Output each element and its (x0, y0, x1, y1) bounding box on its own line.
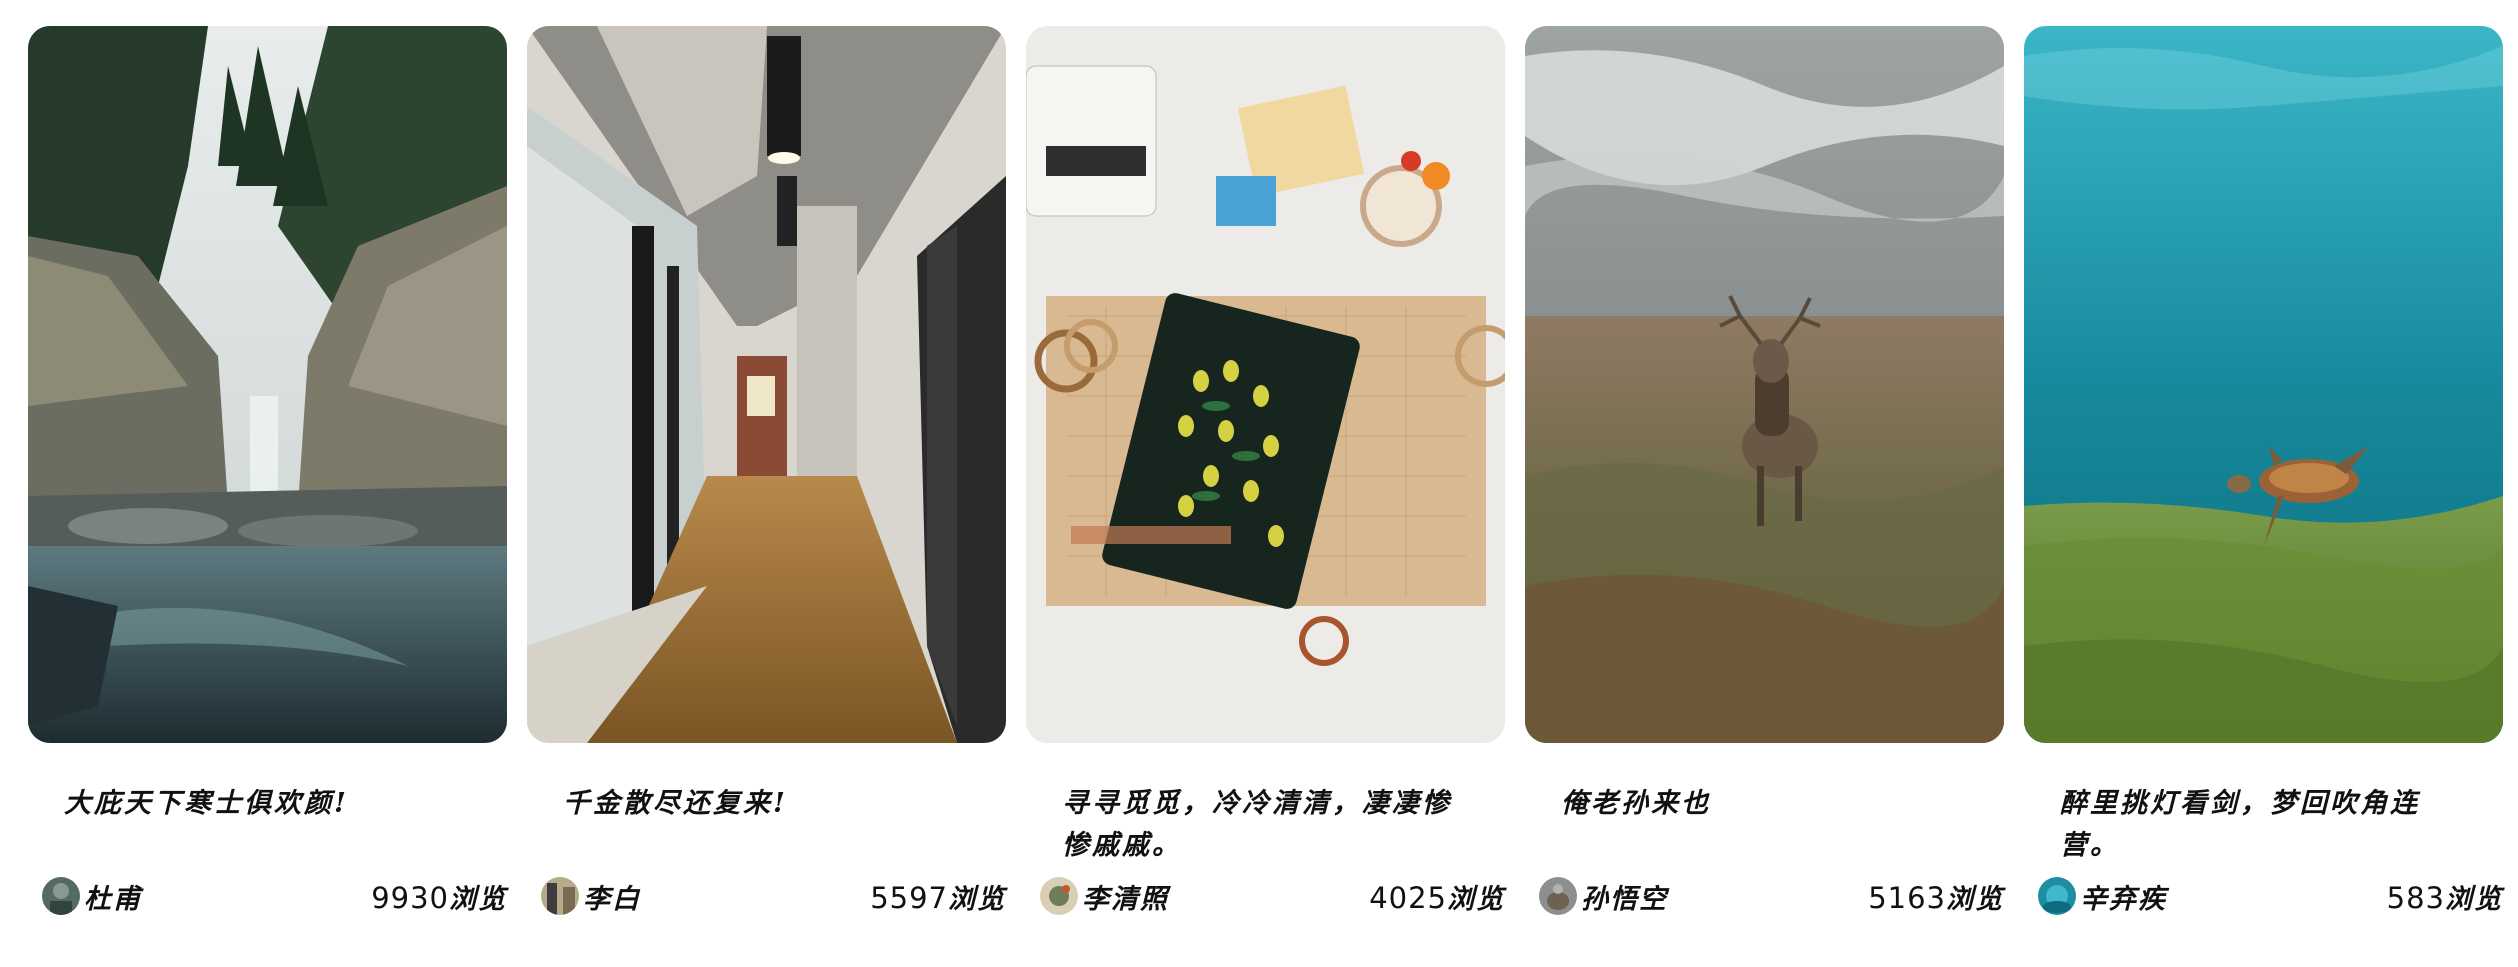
author-name[interactable]: 李清照 (1082, 877, 1169, 916)
author-avatar[interactable] (2038, 877, 2076, 915)
article-title[interactable]: 大庇天下寒士俱欢颜! (64, 783, 477, 867)
view-count: 4025 浏览 (1369, 877, 1505, 916)
view-count: 583 浏览 (2387, 877, 2503, 916)
author-name[interactable]: 李白 (583, 877, 641, 916)
view-count-label: 浏览 (1946, 883, 2004, 915)
article-title[interactable]: 千金散尽还复来! (563, 783, 976, 867)
author-avatar[interactable] (1539, 877, 1577, 915)
view-count-label: 浏览 (449, 883, 507, 915)
cover-image-corridor[interactable] (527, 26, 1006, 743)
author-avatar[interactable] (42, 877, 80, 915)
article-card[interactable]: 寻寻觅觅，冷冷清清，凄凄惨惨戚戚。 李清照 4025 浏览 (1026, 26, 1505, 915)
view-count-label: 浏览 (948, 883, 1006, 915)
view-count: 5163 浏览 (1868, 877, 2004, 916)
article-card[interactable]: 千金散尽还复来! 李白 5597 浏览 (527, 26, 1006, 915)
view-count-number: 5163 (1868, 880, 1946, 915)
article-meta: 孙悟空 5163 浏览 (1539, 876, 2004, 916)
view-count-number: 9930 (371, 880, 449, 915)
article-meta: 杜甫 9930 浏览 (42, 876, 507, 916)
cover-image-notebook[interactable] (1026, 26, 1505, 743)
author-name[interactable]: 杜甫 (84, 877, 142, 916)
article-meta: 李清照 4025 浏览 (1040, 876, 1505, 916)
article-meta: 辛弃疾 583 浏览 (2038, 876, 2503, 916)
view-count-number: 583 (2386, 880, 2445, 915)
cover-image-turtle[interactable] (2024, 26, 2503, 743)
view-count-number: 5597 (870, 880, 948, 915)
article-card[interactable]: 俺老孙来也 孙悟空 5163 浏览 (1525, 26, 2004, 915)
view-count: 9930 浏览 (371, 877, 507, 916)
author-avatar[interactable] (1040, 877, 1078, 915)
cover-image-waterfall[interactable] (28, 26, 507, 743)
view-count-label: 浏览 (1447, 883, 1505, 915)
cover-image-deer[interactable] (1525, 26, 2004, 743)
view-count: 5597 浏览 (870, 877, 1006, 916)
article-title[interactable]: 俺老孙来也 (1561, 783, 1974, 867)
author-name[interactable]: 辛弃疾 (2080, 877, 2167, 916)
view-count-label: 浏览 (2445, 883, 2503, 915)
article-card[interactable]: 大庇天下寒士俱欢颜! 杜甫 9930 浏览 (28, 26, 507, 915)
article-card[interactable]: 醉里挑灯看剑，梦回吹角连营。 辛弃疾 583 浏览 (2024, 26, 2503, 915)
article-card-grid: 大庇天下寒士俱欢颜! 杜甫 9930 浏览 千金散尽还复来! 李白 5597 浏… (28, 26, 2503, 915)
article-meta: 李白 5597 浏览 (541, 876, 1006, 916)
author-avatar[interactable] (541, 877, 579, 915)
view-count-number: 4025 (1369, 880, 1447, 915)
article-title[interactable]: 醉里挑灯看剑，梦回吹角连营。 (2060, 783, 2473, 867)
article-title[interactable]: 寻寻觅觅，冷冷清清，凄凄惨惨戚戚。 (1062, 783, 1475, 867)
author-name[interactable]: 孙悟空 (1581, 877, 1668, 916)
